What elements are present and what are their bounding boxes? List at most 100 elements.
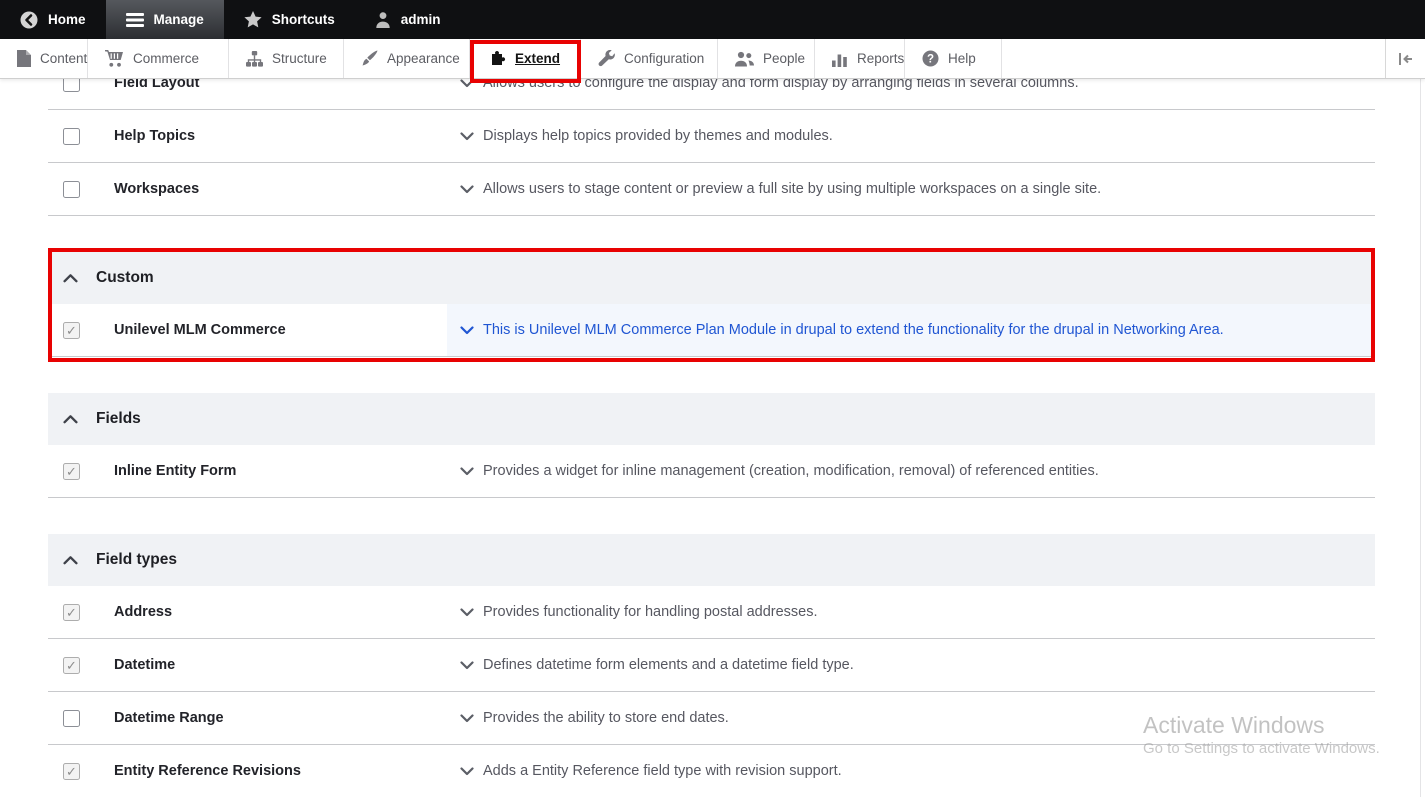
tab-label: Content bbox=[40, 51, 87, 66]
sitemap-icon bbox=[246, 51, 263, 67]
tab-label: People bbox=[763, 51, 805, 66]
module-row-address: ✓ Address Provides functionality for handl… bbox=[48, 586, 1375, 639]
module-description-cell: Allows users to stage content or preview… bbox=[447, 163, 1375, 215]
module-group: Field LayoutAllows users to configure th… bbox=[48, 57, 1375, 216]
section-header-fields[interactable]: Fields bbox=[48, 393, 1375, 445]
people-icon bbox=[735, 51, 754, 67]
topbar-item-label: Shortcuts bbox=[272, 12, 335, 27]
section-title: Custom bbox=[96, 269, 154, 287]
module-description-cell: This is Unilevel MLM Commerce Plan Modul… bbox=[447, 304, 1375, 356]
chevron-down-icon[interactable] bbox=[460, 79, 474, 88]
toolbar-collapse-button[interactable] bbox=[1385, 39, 1425, 78]
tab-reports[interactable]: Reports bbox=[815, 39, 905, 78]
module-description: This is Unilevel MLM Commerce Plan Modul… bbox=[483, 322, 1224, 338]
svg-text:?: ? bbox=[927, 53, 934, 65]
module-name-cell: Help Topics bbox=[48, 110, 447, 162]
chevron-down-icon[interactable] bbox=[460, 661, 474, 670]
chevron-down-icon[interactable] bbox=[460, 185, 474, 194]
module-description-cell: Provides a widget for inline management … bbox=[447, 445, 1375, 497]
help-icon: ? bbox=[922, 50, 939, 67]
module-name-cell: Workspaces bbox=[48, 163, 447, 215]
module-name: Datetime bbox=[114, 657, 175, 673]
module-table: Field LayoutAllows users to configure th… bbox=[48, 57, 1375, 797]
collapse-left-icon bbox=[1398, 52, 1414, 66]
tab-content[interactable]: Content bbox=[0, 39, 88, 78]
module-checkbox: ✓ bbox=[63, 763, 80, 780]
topbar-item-label: Home bbox=[48, 12, 86, 27]
module-checkbox[interactable] bbox=[63, 128, 80, 145]
topbar-item-shortcuts[interactable]: Shortcuts bbox=[224, 0, 355, 39]
module-name-cell: ✓ Address bbox=[48, 586, 447, 638]
module-group-field-types: Field types ✓ Address Provides functionalit… bbox=[48, 534, 1375, 797]
chevron-down-icon[interactable] bbox=[460, 767, 474, 776]
tab-people[interactable]: People bbox=[718, 39, 815, 78]
tab-label: Reports bbox=[857, 51, 904, 66]
module-description: Displays help topics provided by themes … bbox=[483, 128, 833, 144]
tab-commerce[interactable]: Commerce bbox=[88, 39, 229, 78]
module-checkbox[interactable] bbox=[63, 710, 80, 727]
module-name: Workspaces bbox=[114, 181, 199, 197]
module-name: Unilevel MLM Commerce bbox=[114, 322, 286, 338]
module-checkbox: ✓ bbox=[63, 657, 80, 674]
module-description: Adds a Entity Reference field type with … bbox=[483, 763, 842, 779]
topbar-item-admin[interactable]: admin bbox=[355, 0, 461, 39]
tab-structure[interactable]: Structure bbox=[229, 39, 344, 78]
module-row-workspaces: Workspaces Allows users to stage content … bbox=[48, 163, 1375, 216]
section-title: Fields bbox=[96, 410, 141, 428]
chevron-up-icon bbox=[63, 414, 78, 424]
chevron-down-icon[interactable] bbox=[460, 326, 474, 335]
chevron-down-icon[interactable] bbox=[460, 467, 474, 476]
module-description: Allows users to stage content or preview… bbox=[483, 181, 1101, 197]
module-description-cell: Provides functionality for handling post… bbox=[447, 586, 1375, 638]
tab-label: Structure bbox=[272, 51, 327, 66]
chevron-down-icon[interactable] bbox=[460, 132, 474, 141]
module-name: Help Topics bbox=[114, 128, 195, 144]
section-header-field-types[interactable]: Field types bbox=[48, 534, 1375, 586]
tab-configuration[interactable]: Configuration bbox=[581, 39, 718, 78]
activate-windows-watermark-sub: Go to Settings to activate Windows. bbox=[1143, 740, 1380, 757]
module-row-datetime: ✓DatetimeDefines datetime form elements … bbox=[48, 639, 1375, 692]
cart-icon bbox=[105, 50, 124, 67]
section-title: Field types bbox=[96, 551, 177, 569]
section-header-custom[interactable]: Custom bbox=[48, 252, 1375, 304]
star-icon bbox=[244, 11, 262, 28]
bar-chart-icon bbox=[832, 51, 848, 67]
module-name: Datetime Range bbox=[114, 710, 224, 726]
module-name: Address bbox=[114, 604, 172, 620]
tab-appearance[interactable]: Appearance bbox=[344, 39, 470, 78]
module-name: Entity Reference Revisions bbox=[114, 763, 301, 779]
topbar-item-manage[interactable]: Manage bbox=[106, 0, 224, 39]
tab-label: Configuration bbox=[624, 51, 704, 66]
module-checkbox[interactable] bbox=[63, 181, 80, 198]
admin-toolbar: Home Manage Shortcuts admin bbox=[0, 0, 1425, 39]
module-row-inline-entity-form: ✓ Inline Entity Form Provides a widget for… bbox=[48, 445, 1375, 498]
module-name-cell: ✓ Entity Reference Revisions bbox=[48, 745, 447, 797]
viewport-edge-line bbox=[1420, 79, 1421, 797]
module-name-cell: ✓ Unilevel MLM Commerce bbox=[48, 304, 447, 356]
tab-help[interactable]: ? Help bbox=[905, 39, 1002, 78]
chevron-up-icon bbox=[63, 555, 78, 565]
topbar-item-label: admin bbox=[401, 12, 441, 27]
module-name: Inline Entity Form bbox=[114, 463, 236, 479]
module-checkbox: ✓ bbox=[63, 463, 80, 480]
file-icon bbox=[17, 50, 31, 67]
chevron-down-icon[interactable] bbox=[460, 714, 474, 723]
chevron-down-icon[interactable] bbox=[460, 608, 474, 617]
wrench-icon bbox=[598, 50, 615, 67]
module-name-cell: ✓ Datetime bbox=[48, 639, 447, 691]
topbar-item-home[interactable]: Home bbox=[0, 0, 106, 39]
user-icon bbox=[375, 11, 391, 28]
module-row-unilevel-mlm-commerce: ✓ Unilevel MLM Commerce This is Unilevel M… bbox=[48, 304, 1375, 357]
admin-tabs-bar: ContentCommerce Structure Appearance Extend… bbox=[0, 39, 1425, 79]
tab-extend[interactable]: Extend bbox=[470, 39, 581, 78]
module-checkbox: ✓ bbox=[63, 322, 80, 339]
module-description: Provides the ability to store end dates. bbox=[483, 710, 729, 726]
module-description: Provides functionality for handling post… bbox=[483, 604, 818, 620]
module-row-help-topics: Help Topics Displays help topics provided… bbox=[48, 110, 1375, 163]
tab-label: Extend bbox=[515, 51, 560, 66]
module-checkbox: ✓ bbox=[63, 604, 80, 621]
brush-icon bbox=[361, 50, 378, 67]
puzzle-icon bbox=[487, 51, 506, 67]
activate-windows-watermark: Activate Windows bbox=[1143, 712, 1325, 739]
tab-label: Help bbox=[948, 51, 976, 66]
